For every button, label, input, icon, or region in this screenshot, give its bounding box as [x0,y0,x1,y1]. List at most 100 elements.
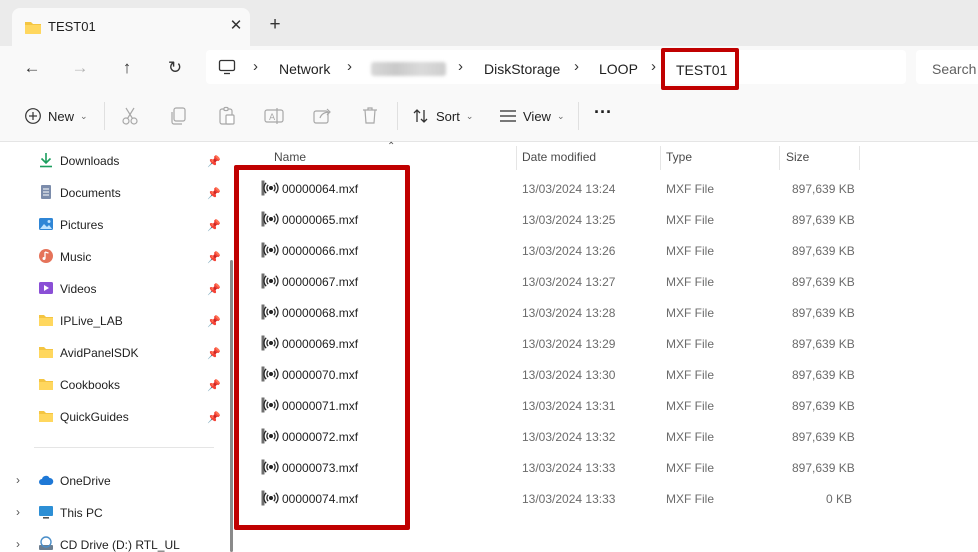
new-tab-button[interactable]: + [264,14,286,36]
chevron-right-icon: › [253,58,258,75]
share-icon[interactable] [311,105,333,127]
chevron-down-icon: ⌄ [465,110,474,121]
column-header-type[interactable]: Type [666,150,692,164]
file-date-modified: 13/03/2024 13:28 [522,306,616,320]
file-size: 897,639 KB [792,306,855,320]
chevron-right-icon[interactable]: › [16,505,20,519]
file-row[interactable]: 00000070.mxf 13/03/2024 13:30 MXF File 8… [236,359,978,390]
up-arrow-icon[interactable]: ↑ [113,54,141,82]
file-row[interactable]: 00000066.mxf 13/03/2024 13:26 MXF File 8… [236,235,978,266]
sidebar-item-avidpanelsdk[interactable]: AvidPanelSDK 📌 [0,338,232,366]
sidebar-item-downloads[interactable]: Downloads 📌 [0,146,232,174]
sidebar-item-onedrive[interactable]: › OneDrive [0,466,232,494]
sidebar-item-label: Pictures [60,218,104,232]
tab-title: TEST01 [48,19,96,34]
pin-icon[interactable]: 📌 [207,155,221,168]
divider [104,102,105,130]
file-size: 897,639 KB [792,399,855,413]
chevron-right-icon[interactable]: › [16,473,20,487]
sidebar-item-documents[interactable]: Documents 📌 [0,178,232,206]
column-divider[interactable] [779,146,780,170]
file-row[interactable]: 00000069.mxf 13/03/2024 13:29 MXF File 8… [236,328,978,359]
column-divider[interactable] [859,146,860,170]
chevron-right-icon: › [458,58,463,75]
column-header-date-modified[interactable]: Date modified [522,150,596,164]
breadcrumb-network[interactable]: Network [279,61,330,77]
pin-icon[interactable]: 📌 [207,315,221,328]
file-size: 897,639 KB [792,430,855,444]
file-name: 00000073.mxf [282,461,359,475]
file-row[interactable]: 00000072.mxf 13/03/2024 13:32 MXF File 8… [236,421,978,452]
delete-icon[interactable] [359,105,381,127]
folder-icon [39,315,53,326]
file-date-modified: 13/03/2024 13:33 [522,492,616,506]
sidebar-item-label: CD Drive (D:) RTL_UL [60,538,180,552]
column-header-size[interactable]: Size [786,150,809,164]
media-file-icon [261,273,279,289]
new-button[interactable]: New ⌄ [24,104,88,128]
file-type: MXF File [666,275,714,289]
pin-icon[interactable]: 📌 [207,379,221,392]
column-divider[interactable] [660,146,661,170]
file-row[interactable]: 00000064.mxf 13/03/2024 13:24 MXF File 8… [236,173,978,204]
file-row[interactable]: 00000068.mxf 13/03/2024 13:28 MXF File 8… [236,297,978,328]
back-arrow-icon[interactable]: ← [18,54,46,82]
chevron-right-icon: › [574,58,579,75]
file-name: 00000069.mxf [282,337,359,351]
pin-icon[interactable]: 📌 [207,251,221,264]
sidebar-item-quickguides[interactable]: QuickGuides 📌 [0,402,232,430]
file-date-modified: 13/03/2024 13:27 [522,275,616,289]
sort-button[interactable]: Sort ⌄ [412,104,473,128]
column-divider[interactable] [516,146,517,170]
pin-icon[interactable]: 📌 [207,347,221,360]
sidebar-item-videos[interactable]: Videos 📌 [0,274,232,302]
cloud-icon [39,475,54,485]
file-type: MXF File [666,213,714,227]
pin-icon[interactable]: 📌 [207,219,221,232]
file-row[interactable]: 00000067.mxf 13/03/2024 13:27 MXF File 8… [236,266,978,297]
file-row[interactable]: 00000065.mxf 13/03/2024 13:25 MXF File 8… [236,204,978,235]
pin-icon[interactable]: 📌 [207,283,221,296]
forward-arrow-icon[interactable]: → [66,54,94,82]
file-name: 00000068.mxf [282,306,359,320]
file-date-modified: 13/03/2024 13:24 [522,182,616,196]
plus-circle-icon [25,108,41,124]
pin-icon[interactable]: 📌 [207,411,221,424]
paste-icon[interactable] [216,105,238,127]
sidebar-scrollbar[interactable] [230,260,233,552]
sidebar-item-iplive-lab[interactable]: IPLive_LAB 📌 [0,306,232,334]
pictures-icon [39,218,53,230]
breadcrumb-loop[interactable]: LOOP [599,61,638,77]
title-bar: TEST01 ✕ + [0,0,978,46]
pin-icon[interactable]: 📌 [207,187,221,200]
more-options-button[interactable]: ··· [594,100,612,124]
cut-icon[interactable] [119,105,141,127]
sidebar-item-cd-drive[interactable]: › CD Drive (D:) RTL_UL [0,530,232,552]
file-row[interactable]: 00000071.mxf 13/03/2024 13:31 MXF File 8… [236,390,978,421]
address-bar[interactable]: › Network › › DiskStorage › LOOP › TEST0… [206,48,906,90]
file-list: ⌃ Name Date modified Type Size 00000064.… [234,141,978,552]
new-label: New [48,108,75,124]
file-date-modified: 13/03/2024 13:29 [522,337,616,351]
rename-icon[interactable]: A [263,105,285,127]
sidebar-item-pictures[interactable]: Pictures 📌 [0,210,232,238]
file-size: 897,639 KB [792,368,855,382]
media-file-icon [261,304,279,320]
sidebar-item-label: This PC [60,506,103,520]
tab-test01[interactable]: TEST01 ✕ [12,8,250,46]
sidebar-item-this-pc[interactable]: › This PC [0,498,232,526]
sidebar-item-music[interactable]: Music 📌 [0,242,232,270]
view-button[interactable]: View ⌄ [499,104,565,128]
search-input[interactable]: Search T [916,50,978,84]
copy-icon[interactable] [167,105,189,127]
breadcrumb-diskstorage[interactable]: DiskStorage [484,61,560,77]
file-row[interactable]: 00000073.mxf 13/03/2024 13:33 MXF File 8… [236,452,978,483]
chevron-right-icon[interactable]: › [16,537,20,551]
file-row[interactable]: 00000074.mxf 13/03/2024 13:33 MXF File 0… [236,483,978,514]
sidebar-item-cookbooks[interactable]: Cookbooks 📌 [0,370,232,398]
refresh-icon[interactable]: ↻ [161,54,189,82]
column-header-name[interactable]: Name [274,150,306,164]
sort-ascending-icon: ⌃ [387,141,396,152]
breadcrumb-current-highlight[interactable]: TEST01 [661,48,739,90]
close-icon[interactable]: ✕ [225,15,247,37]
